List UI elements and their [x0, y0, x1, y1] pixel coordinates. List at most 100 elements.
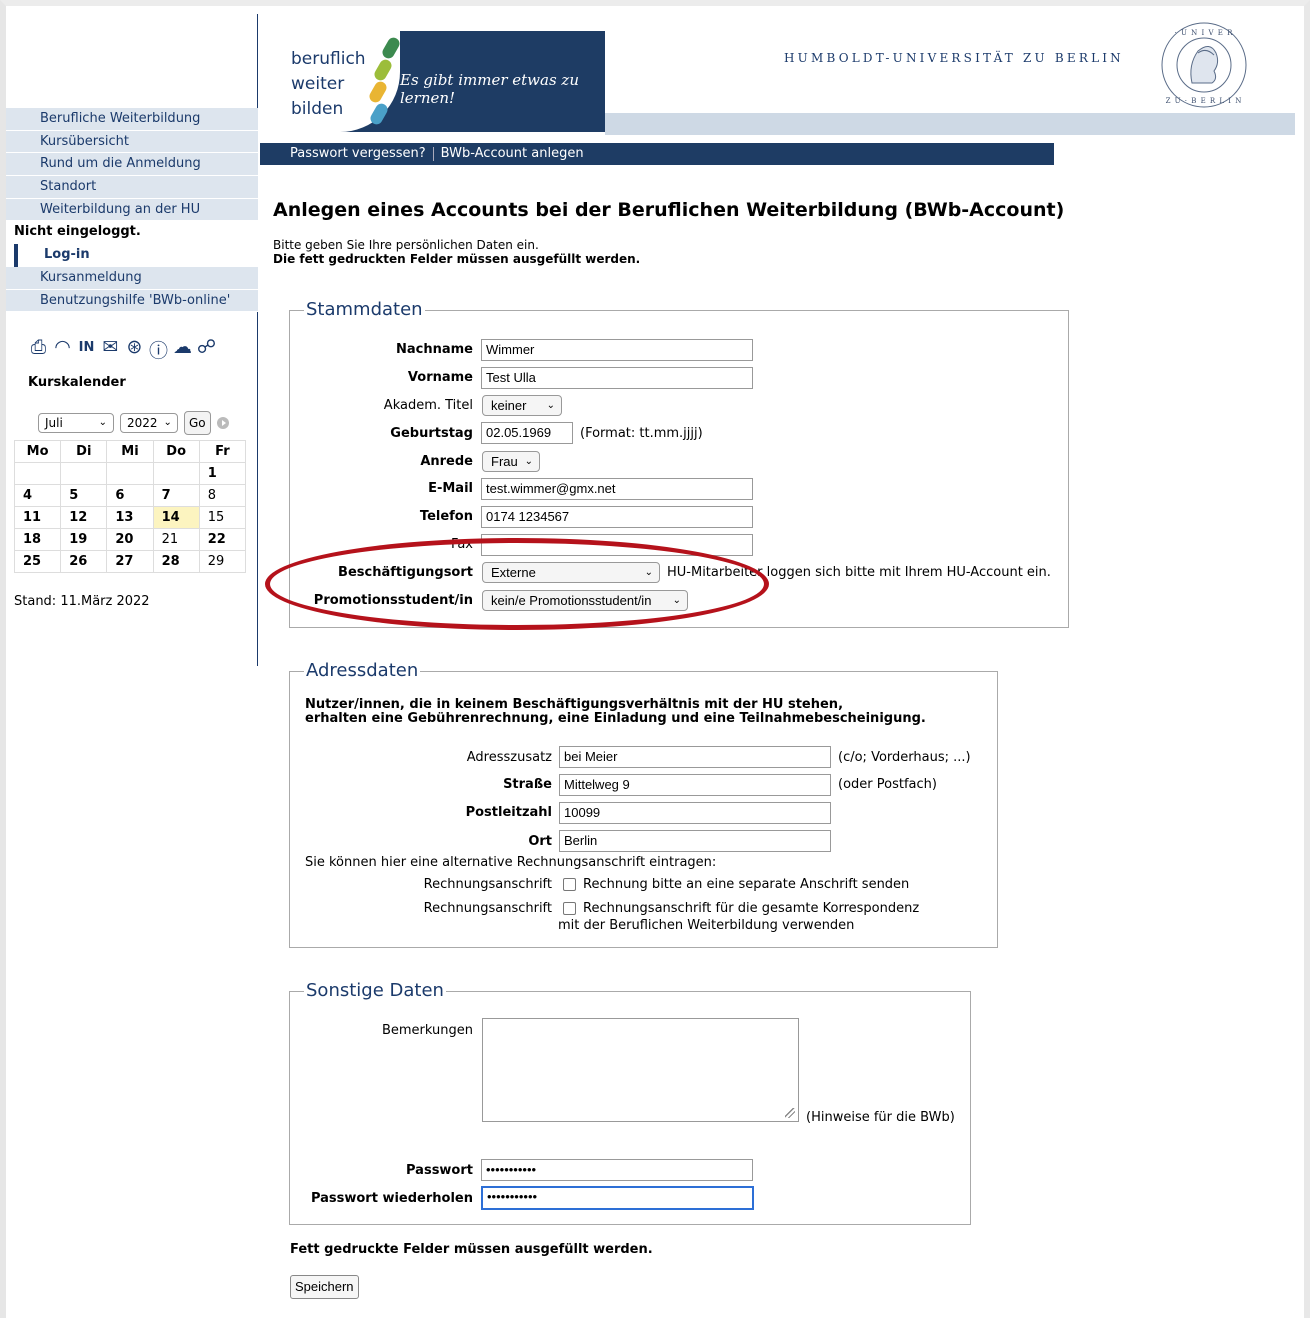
sonstige-legend: Sonstige Daten	[304, 980, 446, 1002]
rechnung-label-1: Rechnungsanschrift	[423, 877, 552, 892]
month-value: Juli	[45, 416, 63, 430]
calendar-day-cell[interactable]: 12	[60, 506, 108, 529]
play-icon[interactable]	[216, 417, 229, 429]
calendar-day-cell[interactable]: 19	[60, 528, 108, 551]
university-name[interactable]: HUMBOLDT-UNIVERSITÄT ZU BERLIN	[784, 51, 1124, 65]
vorname-label: Vorname	[407, 370, 473, 385]
chevron-down-icon: ⌄	[644, 567, 653, 578]
info-icon[interactable]: ⓘ	[148, 336, 169, 363]
strasse-input[interactable]: Mittelweg 9	[559, 774, 831, 796]
login-status: Nicht eingeloggt.	[6, 221, 258, 245]
mail-icon[interactable]: ✉	[100, 336, 121, 363]
telefon-input[interactable]: 0174 1234567	[481, 506, 753, 528]
promotion-select[interactable]: kein/e Promotionsstudent/in ⌄	[482, 590, 688, 611]
calendar-day-cell: 15	[198, 506, 247, 529]
anrede-value: Frau	[491, 454, 518, 469]
calendar-day-cell[interactable]: 25	[13, 550, 62, 573]
passwort-input[interactable]: •••••••••••	[481, 1159, 753, 1181]
save-button[interactable]: Speichern	[290, 1275, 359, 1299]
rss-icon[interactable]: ◠	[52, 336, 73, 363]
titel-select[interactable]: keiner ⌄	[482, 395, 562, 416]
sidebar-item-standort[interactable]: Standort	[6, 176, 258, 199]
sidebar-item-login[interactable]: Log-in	[14, 244, 258, 267]
cloud-lock-icon[interactable]: ☁	[172, 336, 193, 363]
calendar-day-cell[interactable]: 14	[152, 506, 200, 529]
calendar-go-button[interactable]: Go	[184, 411, 211, 435]
anrede-select[interactable]: Frau ⌄	[482, 451, 540, 472]
geburtstag-label: Geburtstag	[390, 426, 473, 441]
calendar-week-row: 1	[13, 462, 247, 485]
forgot-password-link[interactable]: Passwort vergessen?	[286, 146, 430, 161]
passwort-wiederholen-input[interactable]: •••••••••••	[481, 1186, 754, 1210]
bwb-logo[interactable]: beruflich weiter bilden Es gibt immer et…	[260, 31, 605, 132]
adresszusatz-label: Adresszusatz	[466, 750, 552, 765]
month-select[interactable]: Juli ⌄	[38, 413, 114, 433]
promotion-label: Promotionsstudent/in	[313, 593, 473, 608]
calendar-day-cell[interactable]: 26	[60, 550, 108, 573]
intro-text: Bitte geben Sie Ihre persönlichen Daten …	[273, 238, 640, 266]
calendar-week-row: 45678	[13, 484, 247, 507]
logo-slogan: Es gibt immer etwas zu lernen!	[400, 71, 579, 107]
sidebar-item-anmeldung[interactable]: Rund um die Anmeldung	[6, 153, 258, 177]
calendar-day-cell[interactable]: 28	[152, 550, 200, 573]
calendar-day-cell[interactable]: 22	[198, 528, 247, 551]
calendar-day-cell	[152, 462, 200, 485]
sidebar-icon-row: ⎙ ◠ IN ✉ ⊛ ⓘ ☁ ☍	[28, 336, 217, 363]
hu-staff-hint: HU-Mitarbeiter loggen sich bitte mit Ihr…	[667, 565, 1051, 580]
calendar-day-cell[interactable]: 13	[106, 506, 154, 529]
chevron-down-icon: ⌄	[524, 456, 533, 467]
last-updated: Stand: 11.März 2022	[14, 594, 150, 609]
sidebar-item-weiterbildung-hu[interactable]: Weiterbildung an der HU	[6, 198, 258, 222]
create-account-link[interactable]: BWb-Account anlegen	[437, 146, 588, 161]
hu-in-icon[interactable]: IN	[76, 336, 97, 363]
calendar-day-cell[interactable]: 7	[152, 484, 200, 507]
calendar-week-row: 11 12 13 14 15	[13, 506, 247, 529]
calendar-day-cell[interactable]: 27	[106, 550, 154, 573]
promotion-value: kein/e Promotionsstudent/in	[491, 593, 652, 608]
resize-grip-icon[interactable]	[785, 1108, 795, 1118]
calendar-day-cell: 29	[198, 550, 247, 573]
required-fields-note: Fett gedruckte Felder müssen ausgefüllt …	[290, 1242, 653, 1257]
separate-invoice-checkbox[interactable]	[563, 878, 576, 891]
link-icon[interactable]: ☍	[196, 336, 217, 363]
fax-input[interactable]	[481, 534, 753, 556]
calendar-day-cell[interactable]: 11	[13, 506, 62, 529]
calendar-day-cell[interactable]: 20	[106, 528, 154, 551]
adress-note-line-1: Nutzer/innen, die in keinem Beschäftigun…	[305, 697, 844, 712]
calendar-day-cell[interactable]: 5	[60, 484, 108, 507]
adress-note-line-2: erhalten eine Gebührenrechnung, eine Ein…	[305, 711, 926, 726]
calendar-day-cell[interactable]: 1	[198, 462, 247, 485]
sidebar-item-benutzungshilfe[interactable]: Benutzungshilfe 'BWb-online'	[6, 289, 258, 313]
svg-text:Z U · B E R L I N: Z U · B E R L I N	[1166, 97, 1243, 105]
nachname-input[interactable]: Wimmer	[481, 339, 753, 361]
email-input[interactable]: test.wimmer@gmx.net	[481, 478, 753, 500]
stammdaten-legend: Stammdaten	[304, 299, 425, 321]
geburtstag-format-hint: (Format: tt.mm.jjjj)	[580, 426, 703, 441]
bemerkungen-textarea[interactable]	[482, 1018, 799, 1122]
calendar-day-cell[interactable]: 4	[13, 484, 62, 507]
sidebar-item-kursanmeldung[interactable]: Kursanmeldung	[6, 266, 258, 290]
plz-label: Postleitzahl	[465, 805, 552, 820]
calendar-title: Kurskalender	[28, 375, 126, 390]
ort-input[interactable]: Berlin	[559, 830, 831, 852]
anrede-label: Anrede	[420, 454, 473, 469]
sidebar-item-berufliche-weiterbildung[interactable]: Berufliche Weiterbildung	[6, 108, 258, 131]
logo-words: beruflich weiter bilden	[291, 47, 366, 122]
sidebar-item-kursuebersicht[interactable]: Kursübersicht	[6, 130, 258, 154]
year-select[interactable]: 2022 ⌄	[120, 413, 178, 433]
accessibility-icon[interactable]: ⊛	[124, 336, 145, 363]
adresszusatz-input[interactable]: bei Meier	[559, 746, 831, 768]
printer-icon[interactable]: ⎙	[28, 336, 49, 363]
vorname-input[interactable]: Test Ulla	[481, 367, 753, 389]
calendar-day-cell[interactable]: 18	[13, 528, 62, 551]
invoice-correspondence-checkbox[interactable]	[563, 902, 576, 915]
plz-input[interactable]: 10099	[559, 802, 831, 824]
geburtstag-input[interactable]: 02.05.1969	[481, 422, 573, 444]
strasse-hint: (oder Postfach)	[838, 777, 937, 792]
calendar-day-cell	[106, 462, 154, 485]
passwort-label: Passwort	[406, 1163, 473, 1178]
calendar-day-cell[interactable]: 6	[106, 484, 154, 507]
intro-line-2: Die fett gedruckten Felder müssen ausgef…	[273, 252, 641, 266]
beschaeftigungsort-select[interactable]: Externe ⌄	[482, 562, 660, 583]
hu-seal-icon[interactable]: · U N I V E R Z U · B E R L I N	[1158, 21, 1250, 109]
